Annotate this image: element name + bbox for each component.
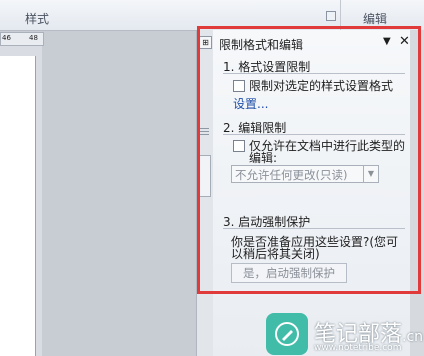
scrollbar-thumb[interactable] <box>199 155 211 197</box>
editing-type-select[interactable]: 不允许任何更改(只读) ▼ <box>231 165 379 183</box>
watermark-url: www.notetribe.com <box>314 343 402 353</box>
ruler-tick-right: 48 <box>29 34 38 42</box>
styles-dialog-launcher-icon[interactable] <box>326 11 336 21</box>
ribbon-divider <box>340 0 341 30</box>
format-restriction-label: 限制对选定的样式设置格式 <box>249 79 394 93</box>
restrict-editing-pane: 限制格式和编辑 ▼ ✕ 1. 格式设置限制 限制对选定的样式设置格式 设置...… <box>213 30 410 356</box>
enforce-description-line2: 以稍后将其关闭) <box>231 247 320 261</box>
ribbon: 样式 编辑 <box>0 0 424 31</box>
editing-restriction-label-line2: 编辑: <box>249 151 278 165</box>
view-ruler-icon[interactable]: ⊞ <box>199 36 212 49</box>
ribbon-group-styles-label: 样式 <box>25 12 50 26</box>
editing-type-select-value: 不允许任何更改(只读) <box>235 168 348 182</box>
editing-restriction-checkbox[interactable] <box>233 140 245 152</box>
ruler-tick-left: 46 <box>2 34 11 42</box>
watermark-logo-icon <box>266 313 308 355</box>
section1-divider <box>223 73 405 74</box>
format-restriction-checkbox[interactable] <box>233 80 245 92</box>
start-enforcing-protection-button[interactable]: 是，启动强制保护 <box>231 263 347 283</box>
pane-header: 限制格式和编辑 ▼ ✕ <box>213 30 410 54</box>
pane-close-icon[interactable]: ✕ <box>399 34 410 49</box>
scrollbar-grip-icon[interactable] <box>199 126 209 136</box>
pane-title: 限制格式和编辑 <box>219 38 304 52</box>
section3-divider <box>223 228 405 229</box>
right-document-strip <box>410 30 424 356</box>
ruler: 46 48 <box>0 32 44 46</box>
ribbon-group-editing-label: 编辑 <box>363 12 388 26</box>
section2-divider <box>223 134 405 135</box>
format-settings-link[interactable]: 设置... <box>233 95 268 112</box>
chevron-down-icon[interactable]: ▼ <box>363 166 378 182</box>
pane-menu-icon[interactable]: ▼ <box>383 36 391 47</box>
document-page[interactable] <box>0 56 36 356</box>
